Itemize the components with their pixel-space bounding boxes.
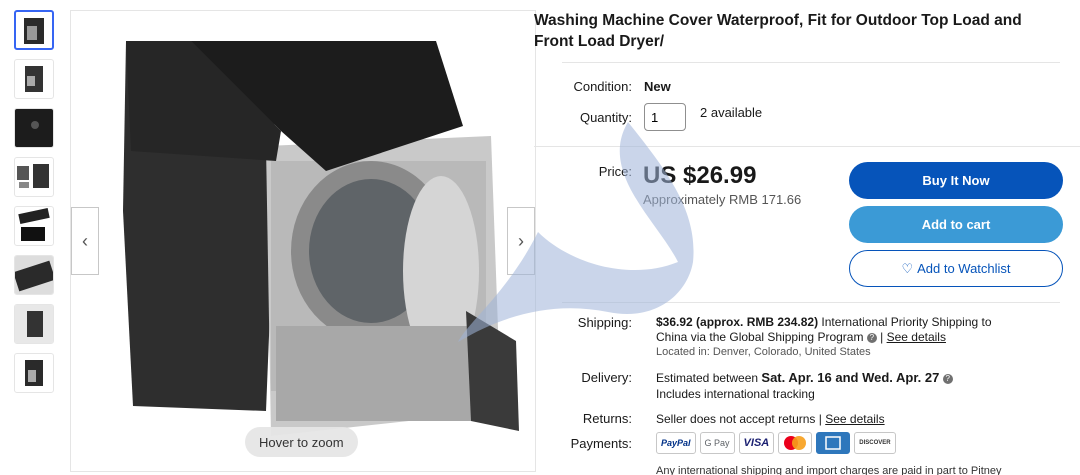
quantity-input[interactable] <box>644 103 686 131</box>
delivery-dates: Sat. Apr. 16 and Wed. Apr. 27 <box>761 370 940 385</box>
product-title: Washing Machine Cover Waterproof, Fit fo… <box>534 12 1022 50</box>
item-location: Located in: Denver, Colorado, United Sta… <box>656 346 871 358</box>
available-count: 2 available <box>700 104 763 120</box>
shipping-cost: $36.92 (approx. RMB 234.82) <box>656 315 819 329</box>
heart-outline-icon: ♡ <box>901 260 914 276</box>
discover-logo: DISCOVER <box>854 432 896 454</box>
payments-label: Payments: <box>570 436 632 451</box>
condition-value: New <box>644 79 671 94</box>
thumbnail-2[interactable] <box>14 59 54 99</box>
thumbnail-7[interactable] <box>14 304 54 344</box>
info-icon[interactable]: ? <box>942 374 953 384</box>
approximate-price: Approximately RMB 171.66 <box>643 192 802 207</box>
delivery-tracking: Includes international tracking <box>656 387 815 401</box>
google-pay-logo: G Pay <box>699 432 735 454</box>
returns-label: Returns: <box>582 411 632 426</box>
delivery-prefix: Estimated between <box>656 371 759 385</box>
thumbnail-5[interactable] <box>14 206 54 246</box>
buy-it-now-button[interactable]: Buy It Now <box>849 162 1063 199</box>
product-image <box>123 41 519 436</box>
payment-methods: PayPal G Pay VISA DISCOVER <box>656 432 900 454</box>
shipping-see-details-link[interactable]: See details <box>887 330 946 344</box>
thumbnail-3[interactable] <box>14 108 54 148</box>
next-image-button[interactable]: › <box>507 207 535 275</box>
shipping-footnote: Any international shipping and import ch… <box>656 465 1002 475</box>
delivery-label: Delivery: <box>581 370 632 385</box>
divider <box>562 302 1060 303</box>
returns-policy: Seller does not accept returns | <box>656 412 822 426</box>
paypal-logo: PayPal <box>656 432 696 454</box>
hover-to-zoom-hint: Hover to zoom <box>245 427 358 457</box>
add-to-cart-button[interactable]: Add to cart <box>849 206 1063 243</box>
mastercard-logo <box>778 432 813 454</box>
price-value: US $26.99 <box>643 162 757 189</box>
shipping-label: Shipping: <box>577 315 632 330</box>
shipping-program: China via the Global Shipping Program <box>656 330 864 344</box>
divider <box>562 62 1060 63</box>
divider <box>534 146 1080 147</box>
thumbnail-6[interactable] <box>14 255 54 295</box>
condition-label: Condition: <box>573 79 632 94</box>
thumbnail-8[interactable] <box>14 353 54 393</box>
amex-logo <box>816 432 851 454</box>
quantity-label: Quantity: <box>579 109 632 125</box>
info-icon[interactable]: ? <box>866 333 877 343</box>
price-label: Price: <box>598 164 632 179</box>
previous-image-button[interactable]: ‹ <box>71 207 99 275</box>
add-to-watchlist-button[interactable]: ♡ Add to Watchlist <box>849 250 1063 287</box>
chevron-left-icon: ‹ <box>82 230 88 251</box>
chevron-right-icon: › <box>518 230 524 251</box>
main-image-viewer[interactable]: ‹ › Hover to zoom <box>70 10 536 472</box>
thumbnail-4[interactable] <box>14 157 54 197</box>
shipping-method: International Priority Shipping to <box>821 315 992 329</box>
watchlist-label: Add to Watchlist <box>917 261 1011 276</box>
thumbnail-strip <box>14 10 56 402</box>
returns-see-details-link[interactable]: See details <box>825 412 884 426</box>
visa-logo: VISA <box>738 432 775 454</box>
thumbnail-1[interactable] <box>14 10 54 50</box>
